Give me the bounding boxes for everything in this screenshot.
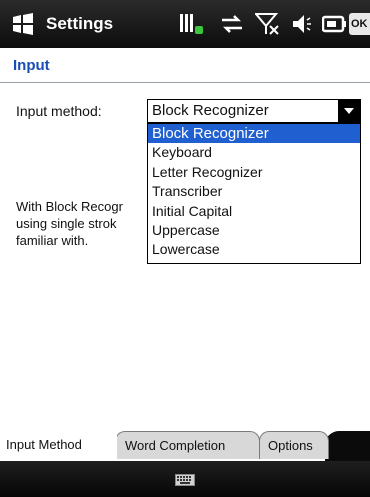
dropdown-option-keyboard[interactable]: Keyboard — [148, 143, 360, 162]
dropdown-option-letter-recognizer[interactable]: Letter Recognizer — [148, 163, 360, 182]
sync-arrows-icon[interactable] — [220, 12, 244, 36]
keyboard-icon[interactable] — [175, 474, 195, 486]
page-title: Input — [13, 57, 50, 74]
tab-strip: Options Word Completion Input Method — [0, 428, 370, 463]
battery-icon[interactable] — [322, 12, 348, 36]
header-divider — [0, 82, 370, 83]
tab-word-completion[interactable]: Word Completion — [115, 431, 260, 459]
no-signal-icon[interactable] — [255, 12, 281, 36]
dropdown-option-lowercase[interactable]: Lowercase — [148, 240, 360, 259]
status-icons — [176, 12, 370, 36]
signal-battery-icon[interactable] — [180, 12, 206, 36]
input-method-selected-value: Block Recognizer — [152, 102, 269, 119]
windows-start-icon[interactable] — [11, 13, 35, 35]
dropdown-option-initial-capital[interactable]: Initial Capital — [148, 202, 360, 221]
tab-strip-background — [325, 431, 370, 461]
dropdown-option-block-recognizer[interactable]: Block Recognizer — [148, 124, 360, 144]
tab-options[interactable]: Options — [259, 431, 329, 459]
input-method-select[interactable]: Block Recognizer — [147, 99, 361, 123]
dropdown-option-uppercase[interactable]: Uppercase — [148, 221, 360, 240]
app-title: Settings — [46, 14, 114, 33]
ok-button[interactable]: OK — [349, 13, 370, 35]
volume-icon[interactable] — [291, 12, 315, 36]
bottom-menu-bar — [0, 461, 370, 497]
dropdown-option-transcriber[interactable]: Transcriber — [148, 182, 360, 201]
input-method-label: Input method: — [16, 103, 102, 119]
tab-input-method[interactable]: Input Method — [0, 431, 117, 461]
input-method-dropdown-list[interactable]: Block Recognizer Keyboard Letter Recogni… — [147, 123, 361, 264]
dropdown-arrow-icon[interactable] — [338, 100, 360, 122]
title-bar: Settings OK — [0, 0, 370, 48]
